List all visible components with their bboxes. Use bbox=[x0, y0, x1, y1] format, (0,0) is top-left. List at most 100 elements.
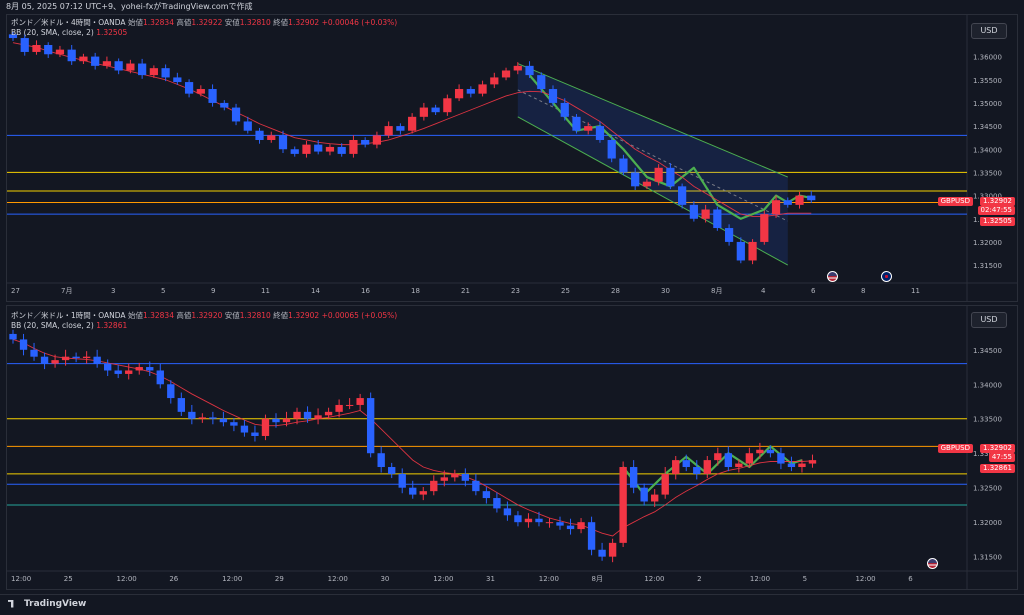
x-tick-label: 14 bbox=[311, 287, 320, 295]
candle-body bbox=[384, 126, 393, 136]
x-tick-label: 12:00 bbox=[539, 575, 559, 583]
candle-body bbox=[267, 135, 276, 140]
bb-basis-line bbox=[12, 339, 813, 537]
chart-1h-svg[interactable]: 1.345001.340001.335001.330001.325001.320… bbox=[7, 306, 1017, 589]
x-tick-label: 23 bbox=[511, 287, 520, 295]
y-tick-label: 1.34000 bbox=[973, 381, 1002, 389]
candle-body bbox=[198, 417, 207, 419]
candle-body bbox=[125, 370, 133, 374]
candle-body bbox=[748, 241, 757, 261]
candle-body bbox=[398, 473, 406, 488]
candle-body bbox=[472, 480, 480, 492]
x-tick-label: 12:00 bbox=[750, 575, 770, 583]
currency-button-4h[interactable]: USD bbox=[971, 23, 1007, 39]
candle-body bbox=[703, 460, 711, 474]
candle-body bbox=[282, 418, 291, 423]
x-tick-label: 7月 bbox=[61, 287, 72, 295]
candle-body bbox=[629, 467, 638, 488]
candle-body bbox=[577, 522, 585, 530]
y-tick-label: 1.32000 bbox=[973, 519, 1002, 527]
candle-body bbox=[689, 204, 698, 219]
x-tick-label: 4 bbox=[761, 287, 766, 295]
candle-body bbox=[482, 491, 491, 499]
candle-body bbox=[337, 146, 346, 154]
chart-4h-svg[interactable]: 1.36000 1.35500 1.35000 1.34500 1.34000 1.335… bbox=[7, 15, 1017, 301]
candle-body bbox=[388, 467, 396, 474]
x-tick-label: 18 bbox=[411, 287, 420, 295]
candle-body bbox=[272, 418, 280, 423]
candle-body bbox=[409, 487, 417, 495]
x-tick-label: 21 bbox=[461, 287, 470, 295]
x-tick-label: 8月 bbox=[711, 287, 722, 295]
candle-body bbox=[184, 82, 194, 94]
x-tick-label: 2 bbox=[697, 575, 701, 583]
candle-body bbox=[661, 473, 669, 495]
candle-body bbox=[290, 149, 299, 154]
candle-body bbox=[173, 77, 182, 83]
candle-body bbox=[324, 411, 333, 416]
candle-body bbox=[514, 515, 522, 523]
candle-body bbox=[640, 487, 648, 502]
gb-flag-icon[interactable] bbox=[881, 271, 892, 282]
candle-body bbox=[672, 460, 680, 474]
candle-body bbox=[556, 522, 564, 526]
candle-body bbox=[756, 449, 764, 454]
y-tick-label: 1.31500 bbox=[973, 262, 1002, 270]
legend-change: +0.00065 (+0.05%) bbox=[321, 311, 398, 320]
legend-symbol: ポンド／米ドル・4時間・OANDA bbox=[11, 18, 126, 27]
candle-body bbox=[377, 453, 385, 468]
candle-body bbox=[314, 415, 322, 419]
x-tick-label: 25 bbox=[561, 287, 570, 295]
x-tick-label: 12:00 bbox=[855, 575, 875, 583]
candle-body bbox=[156, 370, 164, 385]
candle-body bbox=[9, 333, 17, 340]
tradingview-logo[interactable]: TradingView bbox=[8, 599, 86, 609]
candle-body bbox=[345, 404, 354, 406]
candle-body bbox=[666, 167, 675, 187]
candle-body bbox=[524, 518, 533, 523]
legend-symbol: ポンド／米ドル・1時間・OANDA bbox=[11, 311, 126, 320]
candle-body bbox=[490, 77, 499, 85]
candle-body bbox=[19, 339, 28, 350]
candle-body bbox=[146, 367, 154, 371]
candle-body bbox=[314, 144, 323, 152]
candle-body bbox=[114, 370, 122, 374]
header-text: 8月 05, 2025 07:12 UTC+9、yohei-fxがTrading… bbox=[6, 2, 253, 11]
bb-price-4h: 1.32505 bbox=[980, 217, 1015, 226]
x-tick-label: 25 bbox=[64, 575, 73, 583]
candle-body bbox=[32, 45, 41, 52]
candle-body bbox=[40, 356, 49, 364]
chart-pane-4h[interactable]: 1.36000 1.35500 1.35000 1.34500 1.34000 1.335… bbox=[6, 14, 1018, 302]
candle-body bbox=[335, 404, 343, 412]
us-flag-icon[interactable] bbox=[927, 558, 938, 569]
bb-price-1h: 1.32861 bbox=[980, 464, 1015, 473]
candle-body bbox=[349, 139, 358, 154]
candle-body bbox=[513, 65, 522, 71]
y-tick-label: 1.31500 bbox=[973, 554, 1002, 562]
candle-body bbox=[493, 498, 501, 509]
x-tick-label: 12:00 bbox=[433, 575, 453, 583]
y-tick-label: 1.34000 bbox=[973, 146, 1002, 154]
candle-body bbox=[808, 460, 817, 464]
bb-legend-4h[interactable]: BB (20, SMA, close, 2) 1.32505 bbox=[11, 28, 127, 37]
candle-body bbox=[440, 477, 448, 481]
y-tick-label: 1.33500 bbox=[973, 169, 1002, 177]
candle-body bbox=[537, 75, 546, 90]
x-tick-label: 6 bbox=[908, 575, 913, 583]
candle-body bbox=[261, 418, 270, 436]
wave-line bbox=[622, 445, 803, 496]
y-tick-label: 1.34500 bbox=[973, 123, 1002, 131]
candle-body bbox=[783, 200, 792, 205]
x-tick-label: 29 bbox=[275, 575, 284, 583]
x-tick-label: 3 bbox=[111, 287, 115, 295]
candle-body bbox=[430, 480, 438, 492]
candle-body bbox=[607, 139, 616, 159]
us-flag-icon[interactable] bbox=[827, 271, 838, 282]
candle-body bbox=[619, 158, 628, 173]
candle-body bbox=[82, 356, 91, 359]
candle-body bbox=[535, 518, 543, 523]
currency-button-1h[interactable]: USD bbox=[971, 312, 1007, 328]
bb-legend-1h[interactable]: BB (20, SMA, close, 2) 1.32861 bbox=[11, 321, 127, 330]
candle-body bbox=[807, 195, 816, 201]
chart-pane-1h[interactable]: 1.34500 1.34000 1.33500 1.33000 1.32500 1.320… bbox=[6, 305, 1018, 590]
